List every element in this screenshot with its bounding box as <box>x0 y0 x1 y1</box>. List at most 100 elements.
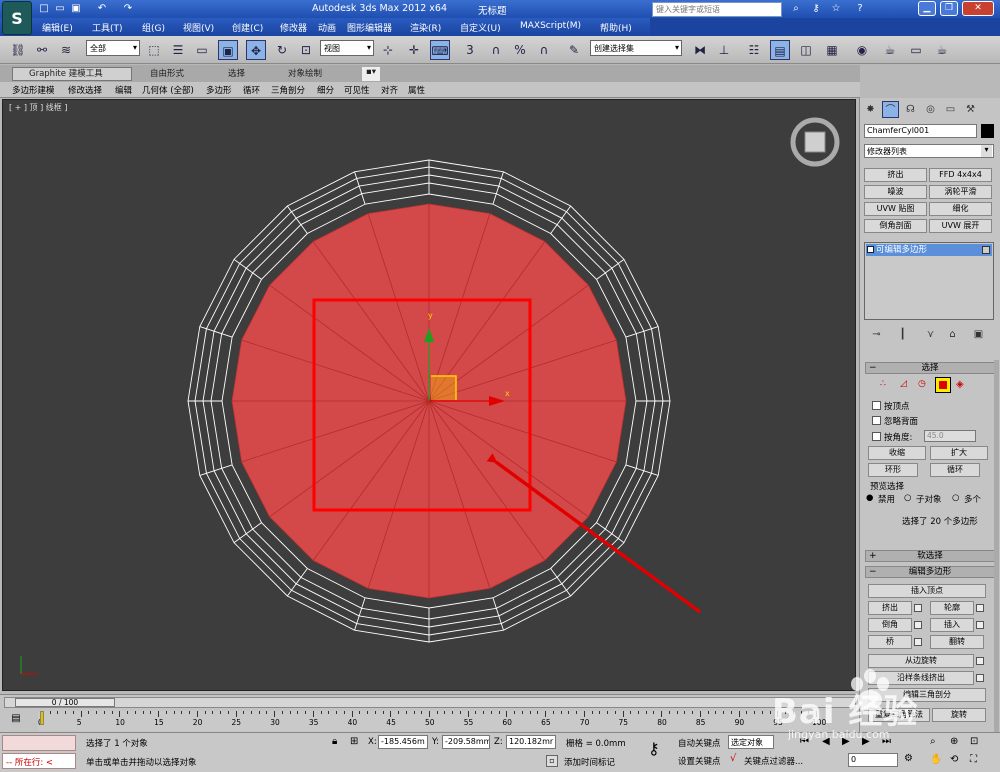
preview-subobj-radio[interactable]: ○ <box>904 493 911 503</box>
named-selection-dropdown[interactable]: 创建选择集 ▾ <box>590 40 682 56</box>
edge-mode-icon[interactable]: ◿ <box>900 379 907 389</box>
remove-modifier-icon[interactable]: ⌂ <box>944 326 961 343</box>
by-vertex-checkbox[interactable] <box>872 401 881 410</box>
menu-customize[interactable]: 自定义(U) <box>460 21 501 34</box>
preview-multi-radio[interactable]: ○ <box>952 493 959 503</box>
motion-tab-icon[interactable]: ◎ <box>922 101 939 118</box>
ribbon-polygons[interactable]: 多边形 <box>206 84 232 96</box>
outline-button[interactable]: 轮廓 <box>930 601 974 615</box>
maxscript-listener-mini[interactable] <box>2 735 76 751</box>
stack-item-editable-poly[interactable]: 可编辑多边形 <box>866 244 992 256</box>
extrude-button[interactable]: 挤出 <box>868 601 912 615</box>
app-logo-icon[interactable]: S <box>2 1 32 35</box>
track-bar[interactable]: 0510152025303540455055606570758085909510… <box>38 711 826 731</box>
absolute-mode-icon[interactable]: ⊞ <box>350 736 358 747</box>
hinge-settings-icon[interactable] <box>976 657 984 665</box>
current-frame-marker[interactable] <box>40 711 44 725</box>
tab-selection[interactable]: 选择 <box>228 67 245 81</box>
menu-modifiers[interactable]: 修改器 <box>280 21 307 34</box>
z-coord-field[interactable]: 120.182mr <box>506 735 556 749</box>
time-slider[interactable]: 0 / 100 <box>4 697 856 708</box>
selection-filter-dropdown[interactable]: 全部 ▾ <box>86 40 140 56</box>
panel-scrollbar[interactable] <box>994 360 999 732</box>
menu-animation[interactable]: 动画 <box>318 21 336 34</box>
auto-key-label[interactable]: 自动关键点 <box>678 737 721 749</box>
scale-icon[interactable]: ⊡ <box>296 40 316 60</box>
snap-3d-icon[interactable]: 3 <box>460 40 480 60</box>
go-to-start-icon[interactable]: ⏮ <box>800 736 809 747</box>
next-frame-icon[interactable]: ▶ <box>862 736 870 747</box>
mirror-icon[interactable]: ⧓ <box>690 40 710 60</box>
create-tab-icon[interactable]: ✸ <box>862 101 879 118</box>
grow-button[interactable]: 扩大 <box>930 446 988 460</box>
minimize-button[interactable]: ▁ <box>918 1 936 16</box>
pivot-icon[interactable]: ⊹ <box>378 40 398 60</box>
shrink-button[interactable]: 收缩 <box>868 446 926 460</box>
extrude-settings-icon[interactable] <box>914 604 922 612</box>
utilities-tab-icon[interactable]: ⚒ <box>962 101 979 118</box>
bridge-button[interactable]: 桥 <box>868 635 912 649</box>
ribbon-edit[interactable]: 编辑 <box>115 84 132 96</box>
stack-light-icon[interactable] <box>982 246 990 254</box>
close-button[interactable]: ✕ <box>962 1 994 16</box>
ribbon-geometry-all[interactable]: 几何体 (全部) <box>142 84 194 96</box>
set-key-icon[interactable]: ⚷ <box>648 739 660 758</box>
select-object-icon[interactable]: ⬚ <box>144 40 164 60</box>
x-coord-field[interactable]: -185.456m <box>378 735 428 749</box>
bevel-settings-icon[interactable] <box>914 621 922 629</box>
viewcube-icon[interactable] <box>804 131 826 153</box>
rendered-frame-icon[interactable]: ▭ <box>906 40 926 60</box>
spinner-snap-icon[interactable]: ∩ <box>534 40 554 60</box>
viewport-canvas[interactable]: y x <box>3 100 856 691</box>
angle-snap-icon[interactable]: ∩ <box>486 40 506 60</box>
time-config-icon[interactable]: ▤ <box>8 713 24 727</box>
maximize-viewport-icon[interactable]: ⛶ <box>970 754 977 765</box>
time-tag-icon[interactable]: ▫ <box>546 755 558 767</box>
menu-tools[interactable]: 工具(T) <box>92 21 123 34</box>
loop-button[interactable]: 循环 <box>930 463 980 477</box>
save-icon[interactable]: ▣ <box>70 3 82 15</box>
unlink-icon[interactable]: ⚯ <box>32 40 52 60</box>
restore-button[interactable]: ❐ <box>940 1 958 16</box>
key-filter-icon[interactable]: √ <box>730 753 736 764</box>
help-icon[interactable]: ? <box>854 3 866 15</box>
key-filters-button[interactable]: 关键点过滤器... <box>744 755 803 767</box>
y-coord-field[interactable]: -209.58mm <box>442 735 490 749</box>
orbit-icon[interactable]: ⟲ <box>950 754 958 765</box>
pan-icon[interactable]: ✋ <box>930 754 942 765</box>
mod-button-bevel-profile[interactable]: 倒角剖面 <box>864 219 927 233</box>
key-selection-dropdown[interactable]: 选定对象 <box>728 735 774 749</box>
undo-icon[interactable]: ↶ <box>96 3 108 15</box>
render-production-icon[interactable]: ☕ <box>932 40 952 60</box>
flip-button[interactable]: 翻转 <box>930 635 984 649</box>
extrude-spline-settings-icon[interactable] <box>976 674 984 682</box>
ribbon-triangulation[interactable]: 三角剖分 <box>271 84 305 96</box>
go-to-end-icon[interactable]: ⏭ <box>882 736 891 747</box>
bevel-button[interactable]: 倒角 <box>868 618 912 632</box>
set-key-label[interactable]: 设置关键点 <box>678 755 721 767</box>
select-manipulate-icon[interactable]: ✛ <box>404 40 424 60</box>
stack-expand-icon[interactable] <box>867 246 874 253</box>
prev-frame-icon[interactable]: ◀ <box>822 736 830 747</box>
extrude-spline-button[interactable]: 沿样条线挤出 <box>868 671 974 685</box>
zoom-all-icon[interactable]: ⊕ <box>950 736 958 747</box>
ribbon-properties[interactable]: 属性 <box>408 84 425 96</box>
inset-button[interactable]: 插入 <box>930 618 974 632</box>
bind-space-warp-icon[interactable]: ≋ <box>56 40 76 60</box>
menu-help[interactable]: 帮助(H) <box>600 21 632 34</box>
zoom-extents-icon[interactable]: ⊡ <box>970 736 978 747</box>
ignore-backfacing-checkbox[interactable] <box>872 416 881 425</box>
edit-triangulation-button[interactable]: 编辑三角剖分 <box>868 688 986 702</box>
star-icon[interactable]: ☆ <box>830 3 842 15</box>
outline-settings-icon[interactable] <box>976 604 984 612</box>
hinge-button[interactable]: 从边旋转 <box>868 654 974 668</box>
ring-button[interactable]: 环形 <box>868 463 918 477</box>
selection-rollout-header[interactable]: − 选择 <box>865 362 995 374</box>
menu-graph-editors[interactable]: 图形编辑器 <box>347 21 392 34</box>
time-config-button-icon[interactable]: ⚙ <box>904 753 913 764</box>
by-angle-checkbox[interactable] <box>872 432 881 441</box>
mod-button-ffd[interactable]: FFD 4x4x4 <box>929 168 992 182</box>
modifier-list-dropdown[interactable]: 修改器列表 ▾ <box>864 144 994 158</box>
current-frame-field[interactable]: 0 <box>848 753 898 767</box>
mod-button-tessellate[interactable]: 细化 <box>929 202 992 216</box>
